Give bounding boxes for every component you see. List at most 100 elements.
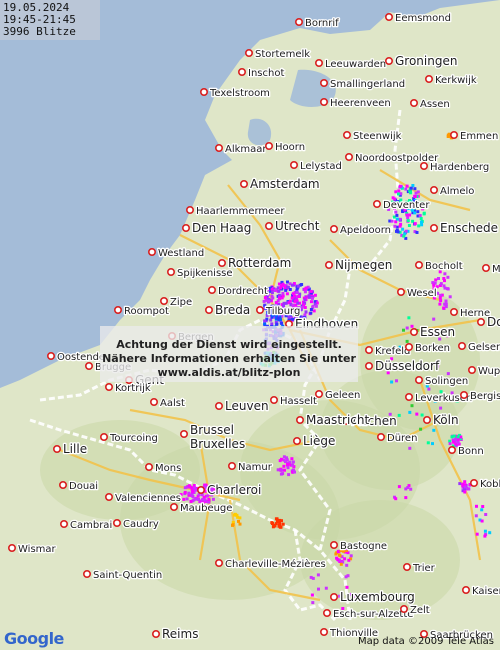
- place-label: Assen: [420, 99, 450, 110]
- place-tourcoing: Tourcoing: [100, 432, 159, 445]
- place-westland: Westland: [148, 247, 205, 260]
- place-label: Bocholt: [425, 261, 463, 272]
- place-label: Dordrecht: [218, 286, 268, 297]
- city-marker: [447, 445, 456, 454]
- place-nijmegen: Nijmegen: [324, 257, 394, 273]
- city-marker: [85, 361, 94, 370]
- city-marker: [100, 432, 109, 441]
- place-luxembourg: Luxembourg: [329, 589, 416, 605]
- place-label: Steenwijk: [353, 131, 402, 142]
- place-borken: Borken: [404, 342, 451, 355]
- place-cambrai: Cambrai: [59, 519, 114, 532]
- place-label: Tourcoing: [109, 433, 158, 444]
- google-logo[interactable]: Google: [4, 629, 64, 648]
- map-credits: Map data ©2009 Tele Atlas: [358, 636, 494, 647]
- place-label: Texelstroom: [209, 88, 270, 99]
- city-marker: [114, 305, 123, 314]
- city-marker: [105, 492, 114, 501]
- city-marker: [197, 485, 206, 494]
- place-label: Saint-Quentin: [93, 570, 162, 581]
- notice-line-2: Nähere Informationen erhalten Sie unter: [102, 352, 356, 365]
- city-marker: [255, 305, 264, 314]
- city-marker: [215, 401, 224, 410]
- place-den-haag: Den Haag: [182, 220, 253, 236]
- place-label: Wesel: [407, 288, 437, 299]
- place-label: Lille: [63, 442, 87, 456]
- place-label: Enschede: [440, 221, 498, 235]
- place-label: Maubeuge: [180, 503, 232, 514]
- place-brussel-bruxelles: Brussel Bruxelles: [180, 422, 247, 452]
- place-label: Eemsmond: [395, 13, 451, 24]
- city-marker: [182, 224, 191, 233]
- place-label: Charleville-Mézières: [225, 558, 326, 570]
- city-marker: [319, 98, 328, 107]
- city-marker: [319, 627, 328, 636]
- notice-link[interactable]: www.aldis.at/blitz-plon: [100, 366, 358, 380]
- city-marker: [384, 56, 393, 65]
- city-marker: [399, 604, 408, 613]
- place-label: Herne: [460, 308, 490, 319]
- city-marker: [322, 608, 331, 617]
- city-marker: [449, 131, 458, 140]
- city-marker: [52, 444, 61, 453]
- place-label: Hoorn: [275, 142, 305, 153]
- place-trier: Trier: [402, 562, 437, 575]
- place-label: Gelsenkirchen: [468, 342, 500, 353]
- lightning-map[interactable]: Bornrif Eemsmond Stortemelk Leeuwarden Groni…: [0, 0, 500, 650]
- place-label: Haarlemmermeer: [196, 206, 285, 217]
- city-marker: [422, 415, 431, 424]
- place-kaiserslautern: Kaiserslautern: [461, 585, 500, 598]
- place-label: Almelo: [440, 186, 474, 197]
- city-marker: [424, 75, 433, 84]
- city-marker: [329, 225, 338, 234]
- place-hasselt: Hasselt: [269, 395, 318, 408]
- place-esch-sur-alzette: Esch-sur-Alzette: [322, 608, 415, 621]
- place-label: Alkmaar: [225, 144, 267, 155]
- place-charleroi: Charleroi: [197, 482, 263, 498]
- place-namur: Namur: [228, 461, 274, 474]
- place-bocholt: Bocholt: [414, 260, 464, 273]
- place-emmen: Emmen: [449, 130, 500, 143]
- city-marker: [215, 558, 224, 567]
- city-marker: [409, 327, 418, 336]
- city-marker: [8, 543, 17, 552]
- place-essen: Essen: [409, 324, 456, 340]
- place-label: Zipe: [170, 297, 192, 308]
- place-label: Münster: [492, 264, 500, 275]
- place-wesel: Wesel: [396, 287, 438, 300]
- place-label: Bastogne: [340, 541, 387, 552]
- city-marker: [404, 342, 413, 351]
- place-label-line: Bruxelles: [190, 437, 245, 451]
- place-label: Lelystad: [300, 161, 342, 172]
- city-marker: [372, 200, 381, 209]
- place-label: Düren: [387, 433, 417, 444]
- place-label: Douai: [69, 481, 98, 492]
- city-marker: [396, 287, 405, 296]
- place-label: Breda: [215, 303, 250, 317]
- place-label: Aalst: [160, 398, 185, 409]
- place-label: Trier: [412, 563, 436, 574]
- city-marker: [208, 285, 217, 294]
- city-marker: [269, 395, 278, 404]
- notice-line-1: Achtung der Dienst wird eingestellt.: [116, 338, 342, 351]
- place-label: Kerkwijk: [435, 75, 477, 86]
- place-texelstroom: Texelstroom: [200, 87, 271, 100]
- city-marker: [218, 258, 227, 267]
- place-haarlemmermeer: Haarlemmermeer: [186, 205, 287, 218]
- place-geleen: Geleen: [314, 389, 362, 402]
- place-label: Utrecht: [275, 219, 320, 233]
- place-dordrecht: Dordrecht: [208, 285, 269, 298]
- city-marker: [364, 361, 373, 370]
- place-wuppertal: Wuppertal: [467, 365, 500, 378]
- place-label: Wismar: [18, 544, 57, 555]
- info-box: 19.05.2024 19:45-21:45 3996 Blitze: [0, 0, 100, 40]
- place-label: Amsterdam: [250, 177, 320, 191]
- city-marker: [324, 260, 333, 269]
- place-steenwijk: Steenwijk: [342, 130, 403, 143]
- place-aalst: Aalst: [150, 397, 186, 410]
- place-label: Brussel Bruxelles: [190, 423, 245, 451]
- city-marker: [457, 341, 466, 350]
- city-marker: [160, 296, 169, 305]
- place-label: Köln: [433, 413, 459, 427]
- place-label: Cambrai: [70, 520, 112, 531]
